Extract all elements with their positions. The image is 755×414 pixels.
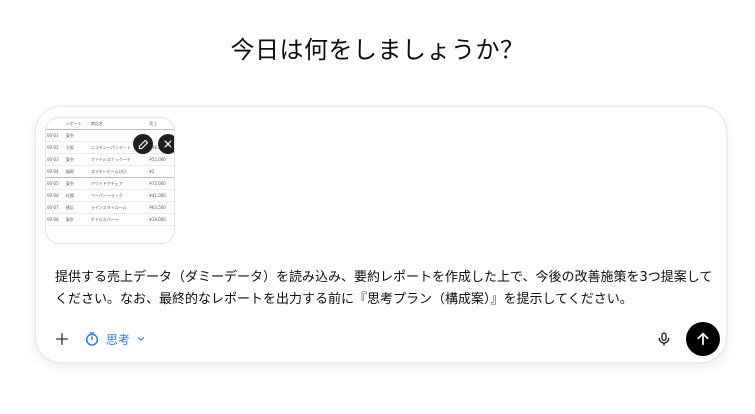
thumb-row: 00-08 東京 ボトルカバー〜 ¥18,000 bbox=[46, 213, 174, 226]
thinking-mode-label: 思考 bbox=[106, 332, 131, 347]
close-icon bbox=[164, 140, 172, 148]
attachment-thumbnail[interactable]: レポート 商品名 売上 00-01 東京 00-02 大阪 ニコチン〜パンデート ¥98,000… bbox=[45, 117, 175, 244]
thumb-cell: 大阪 bbox=[64, 141, 90, 154]
pencil-icon bbox=[138, 139, 148, 149]
thumb-cell: ¥72,000 bbox=[148, 177, 174, 190]
thumb-cell: 札幌 bbox=[64, 189, 90, 202]
thumb-cell: 東京 bbox=[64, 177, 90, 190]
arrow-up-icon bbox=[697, 332, 709, 346]
chevron-down-icon bbox=[137, 337, 145, 341]
thumb-cell: 00-01 bbox=[46, 129, 65, 142]
thumb-cell: 00-03 bbox=[46, 153, 65, 166]
thumb-row: 00-01 東京 bbox=[46, 129, 174, 142]
microphone-icon bbox=[658, 332, 670, 346]
remove-attachment-button[interactable] bbox=[158, 134, 174, 154]
thumb-cell: レポート bbox=[64, 118, 90, 130]
thumb-cell: ¥2 bbox=[148, 165, 174, 178]
thumb-cell: 00-08 bbox=[46, 213, 65, 226]
add-attachment-button[interactable] bbox=[51, 328, 73, 350]
thumb-cell: 東京 bbox=[64, 129, 90, 142]
thumb-header-row: レポート 商品名 売上 bbox=[46, 118, 174, 130]
plus-icon bbox=[56, 333, 68, 345]
thumb-cell: 00-07 bbox=[46, 201, 65, 214]
thumb-cell: 00-02 bbox=[46, 141, 65, 154]
thumb-cell: スマホ〜ホーム(大) bbox=[89, 165, 149, 178]
attachment-preview-table: レポート 商品名 売上 00-01 東京 00-02 大阪 ニコチン〜パンデート ¥98,000… bbox=[46, 118, 174, 226]
thumb-cell: ペーパー〜ラック bbox=[89, 189, 149, 202]
prompt-input[interactable]: 提供する売上データ（ダミーデータ）を読み込み、要約レポートを作成した上で、今後の… bbox=[55, 267, 715, 311]
thumb-cell: 00-04 bbox=[46, 165, 65, 178]
page-heading: 今日は何をしましょうか？ bbox=[230, 36, 525, 64]
thumb-cell: 福岡 bbox=[64, 165, 90, 178]
thumb-cell: 横浜 bbox=[64, 201, 90, 214]
thinking-mode-button[interactable]: 思考 bbox=[84, 328, 146, 350]
voice-input-button[interactable] bbox=[653, 328, 675, 350]
thumb-row: 00-05 東京 アウトドアチェア ¥72,000 bbox=[46, 177, 174, 190]
thumb-cell: ファイルスナック〜チ bbox=[89, 153, 149, 166]
thumb-cell: 東京 bbox=[64, 153, 90, 166]
page: 今日は何をしましょうか？ レポート 商品名 売上 00-01 東京 00-02 大阪 ニコチン… bbox=[0, 0, 755, 414]
thumb-cell: ラインスタイル〜ル bbox=[89, 201, 149, 214]
thumb-cell: 00-05 bbox=[46, 177, 65, 190]
thumb-cell: 00-06 bbox=[46, 189, 65, 202]
thumb-cell: 売上 bbox=[148, 118, 174, 130]
edit-attachment-button[interactable] bbox=[133, 134, 153, 154]
thumb-cell: アウトドアチェア bbox=[89, 177, 149, 190]
thumb-cell: 商品名 bbox=[89, 118, 149, 130]
thumb-row: 00-06 札幌 ペーパー〜ラック ¥41,000 bbox=[46, 189, 174, 202]
thumb-cell: ¥41,000 bbox=[148, 189, 174, 202]
thumb-cell bbox=[46, 118, 65, 130]
thumb-cell: ¥63,500 bbox=[148, 201, 174, 214]
prompt-composer: レポート 商品名 売上 00-01 東京 00-02 大阪 ニコチン〜パンデート ¥98,000… bbox=[35, 106, 727, 363]
thumb-cell: ¥18,000 bbox=[148, 213, 174, 226]
thumb-row: 00-07 横浜 ラインスタイル〜ル ¥63,500 bbox=[46, 201, 174, 214]
thumb-row: 00-04 福岡 スマホ〜ホーム(大) ¥2 bbox=[46, 165, 174, 178]
timer-icon bbox=[85, 332, 99, 346]
thumb-cell: 東京 bbox=[64, 213, 90, 226]
thumb-row: 00-02 大阪 ニコチン〜パンデート ¥98,000 bbox=[46, 141, 174, 154]
send-button[interactable] bbox=[686, 322, 720, 356]
thumb-cell: ボトルカバー〜 bbox=[89, 213, 149, 226]
thumb-row: 00-03 東京 ファイルスナック〜チ ¥55,000 bbox=[46, 153, 174, 166]
thumb-cell: ¥55,000 bbox=[148, 153, 174, 166]
